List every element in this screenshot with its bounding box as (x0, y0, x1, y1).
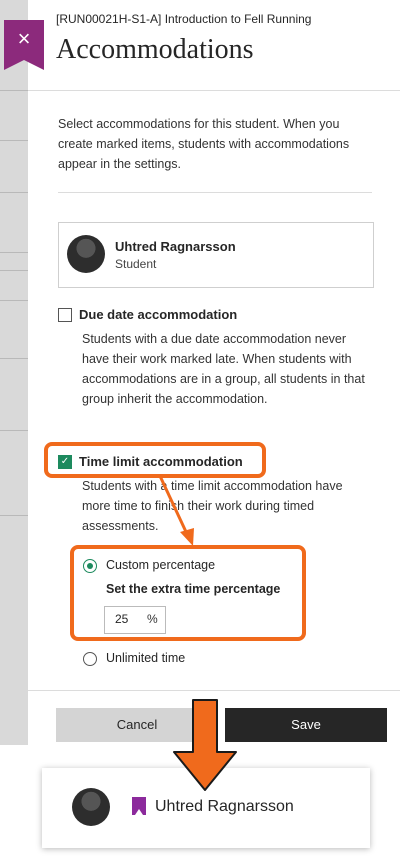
intro-text: Select accommodations for this student. … (58, 117, 350, 171)
avatar (72, 788, 110, 826)
due-date-checkbox[interactable] (58, 308, 72, 322)
student-name: Uhtred Ragnarsson (115, 239, 236, 254)
custom-percentage-highlight (70, 545, 306, 641)
page-title: Accommodations (56, 34, 254, 65)
close-button-tab (4, 60, 44, 70)
unlimited-time-radio[interactable] (83, 652, 97, 666)
divider (0, 192, 28, 193)
panel-footer: Cancel Save (28, 690, 400, 749)
time-limit-description: Students with a time limit accommodation… (82, 479, 343, 533)
inset-student-name: Uhtred Ragnarsson (155, 798, 294, 815)
divider (0, 140, 28, 141)
unlimited-time-label[interactable]: Unlimited time (106, 651, 185, 665)
due-date-label[interactable]: Due date accommodation (79, 307, 237, 322)
course-title: [RUN00021H-S1-A] Introduction to Fell Ru… (56, 12, 312, 26)
time-limit-highlight (44, 442, 266, 478)
close-icon: × (17, 26, 31, 51)
divider (0, 300, 28, 301)
avatar (67, 235, 105, 273)
due-date-description: Students with a due date accommodation n… (82, 332, 365, 406)
student-name-inset: Uhtred Ragnarsson (42, 768, 370, 848)
close-button[interactable]: × (4, 20, 44, 60)
divider (0, 270, 28, 271)
section-divider (58, 192, 372, 193)
panel-header: [RUN00021H-S1-A] Introduction to Fell Ru… (28, 0, 400, 91)
background-page-strip (0, 0, 28, 745)
student-card: Uhtred Ragnarsson Student (58, 222, 374, 288)
student-role: Student (115, 257, 157, 271)
save-button[interactable]: Save (225, 708, 387, 742)
cancel-button[interactable]: Cancel (56, 708, 218, 742)
divider (0, 90, 28, 91)
bookmark-flag-icon (132, 797, 146, 815)
divider (0, 430, 28, 431)
divider (0, 358, 28, 359)
divider (0, 252, 28, 253)
divider (0, 515, 28, 516)
